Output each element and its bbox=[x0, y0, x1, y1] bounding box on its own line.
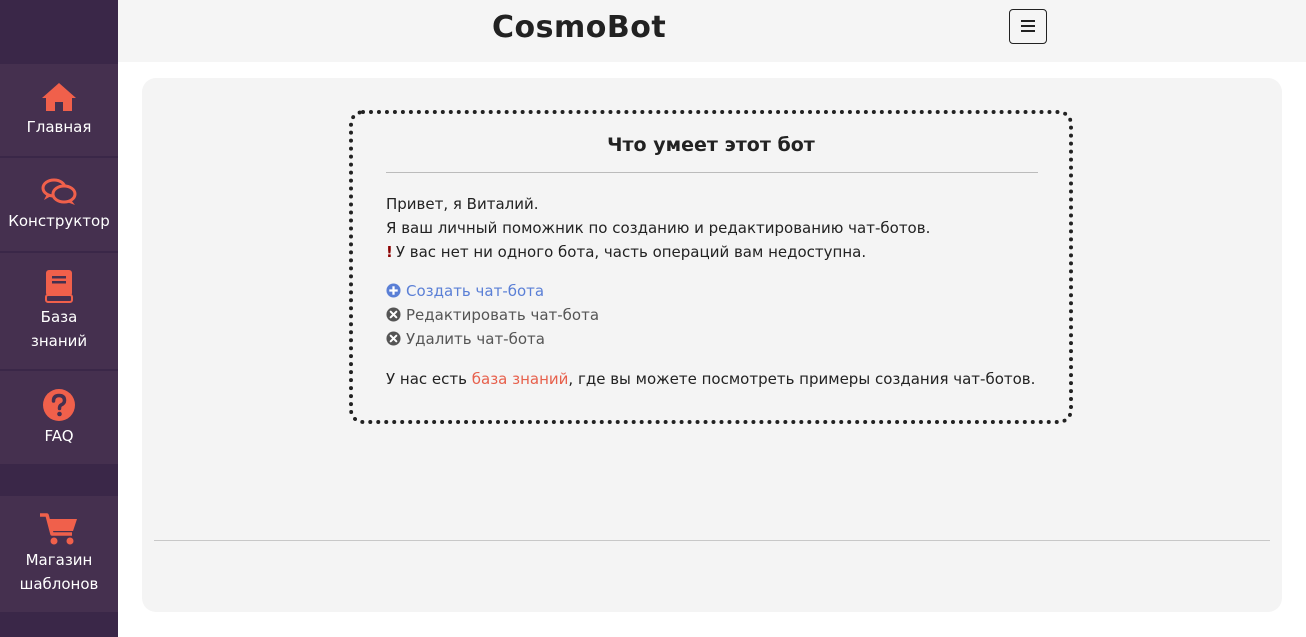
intro-text: Я ваш личный поможник по созданию и реда… bbox=[386, 219, 931, 237]
edit-bot-item: Редактировать чат-бота bbox=[386, 303, 786, 327]
sidebar-item-label: Главная bbox=[26, 118, 92, 136]
sidebar-item-constructor[interactable]: Конструктор bbox=[0, 158, 118, 251]
chat-bubbles-icon bbox=[40, 177, 78, 207]
header: CosmoBot bbox=[118, 0, 1306, 62]
sidebar-item-label: Конструктор bbox=[8, 211, 110, 230]
x-circle-icon bbox=[386, 331, 402, 347]
sidebar-item-faq[interactable]: FAQ bbox=[0, 371, 118, 464]
sidebar-item-knowledge-base[interactable]: База знаний bbox=[0, 253, 118, 369]
create-bot-link[interactable]: Создать чат-бота bbox=[386, 279, 786, 303]
card-intro: Привет, я Виталий. Я ваш личный поможник… bbox=[386, 192, 1046, 264]
question-circle-icon bbox=[42, 388, 76, 422]
app-title: CosmoBot bbox=[492, 10, 667, 45]
warning-line: ! У вас нет ни одного бота, часть операци… bbox=[386, 240, 1046, 264]
warning-text: У вас нет ни одного бота, часть операций… bbox=[395, 243, 867, 261]
main-panel: Что умеет этот бот Привет, я Виталий. Я … bbox=[142, 78, 1282, 612]
knowledge-base-note: У нас есть база знаний, где вы можете по… bbox=[386, 367, 1046, 391]
home-icon bbox=[40, 81, 78, 113]
sidebar-item-label: База знаний bbox=[30, 308, 88, 350]
bot-info-card: Что умеет этот бот Привет, я Виталий. Я … bbox=[349, 110, 1073, 424]
sidebar: Главная Конструктор База знаний FAQ Мага… bbox=[0, 0, 118, 637]
card-title: Что умеет этот бот bbox=[607, 134, 815, 156]
sidebar-item-template-shop[interactable]: Магазин шаблонов bbox=[0, 496, 118, 612]
knowledge-base-link[interactable]: база знаний bbox=[472, 370, 569, 388]
book-icon bbox=[44, 269, 74, 303]
hamburger-icon bbox=[1021, 17, 1035, 36]
create-bot-label: Создать чат-бота bbox=[406, 282, 545, 300]
greeting-text: Привет, я Виталий. bbox=[386, 195, 539, 213]
exclamation-icon: ! bbox=[386, 243, 393, 261]
plus-circle-icon bbox=[386, 283, 402, 299]
note-prefix: У нас есть bbox=[386, 370, 472, 388]
note-suffix: , где вы можете посмотреть примеры созда… bbox=[568, 370, 1036, 388]
delete-bot-label: Удалить чат-бота bbox=[406, 330, 545, 348]
card-divider bbox=[386, 172, 1038, 173]
bot-actions-list: Создать чат-бота Редактировать чат-бота bbox=[386, 279, 786, 351]
menu-toggle-button[interactable] bbox=[1009, 9, 1047, 44]
sidebar-item-label: FAQ bbox=[44, 426, 74, 445]
shopping-cart-icon bbox=[39, 512, 79, 546]
x-circle-icon bbox=[386, 307, 402, 323]
delete-bot-item: Удалить чат-бота bbox=[386, 327, 786, 351]
edit-bot-label: Редактировать чат-бота bbox=[406, 306, 600, 324]
sidebar-item-home[interactable]: Главная bbox=[0, 64, 118, 156]
sidebar-item-label: Магазин шаблонов bbox=[19, 551, 99, 593]
panel-divider bbox=[154, 540, 1270, 541]
